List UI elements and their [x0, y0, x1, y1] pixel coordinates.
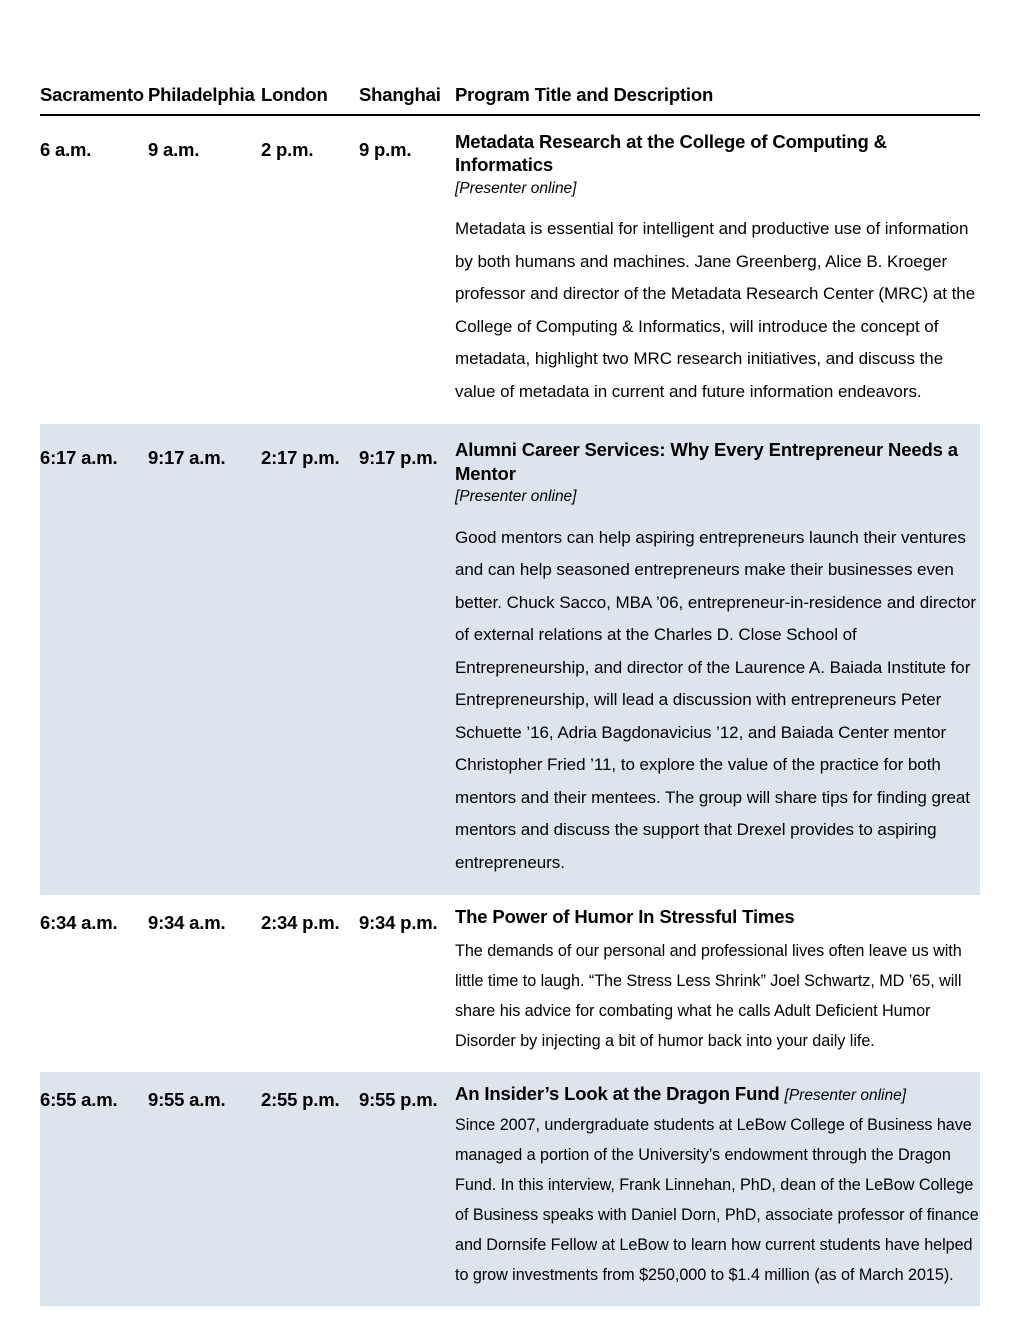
cell-time-london: 2:34 p.m.	[261, 912, 340, 934]
program-description: Good mentors can help aspiring entrepren…	[455, 527, 977, 872]
cell-time-shanghai: 9:55 p.m.	[359, 1072, 455, 1306]
column-header-philadelphia: Philadelphia	[148, 84, 255, 105]
presenter-note: [Presenter online]	[455, 179, 577, 197]
program-title: Alumni Career Services: Why Every Entrep…	[455, 439, 958, 484]
presenter-note: [Presenter online]	[784, 1087, 907, 1105]
cell-time-london: 2 p.m.	[261, 139, 314, 161]
program-title: Metadata Research at the College of Comp…	[455, 131, 887, 176]
column-header-london: London	[261, 84, 328, 105]
cell-time-sacramento: 6:17 a.m.	[40, 424, 148, 896]
program-title: An Insider’s Look at the Dragon Fund [Pr…	[455, 1082, 980, 1105]
cell-program: An Insider’s Look at the Dragon Fund [Pr…	[455, 1072, 980, 1306]
cell-program: The Power of Humor In Stressful Times Th…	[455, 895, 980, 1072]
cell-time-shanghai: 9:34 p.m.	[359, 912, 438, 934]
cell-time-sacramento: 6:55 a.m.	[40, 1072, 148, 1306]
column-header-sacramento: Sacramento	[40, 84, 144, 105]
table-row: 6:34 a.m. 9:34 a.m. 2:34 p.m. 9:34 p.m. …	[40, 895, 980, 1072]
table-row: 6:55 a.m. 9:55 a.m. 2:55 p.m. 9:55 p.m. …	[40, 1072, 980, 1306]
cell-time-philadelphia: 9 a.m.	[148, 139, 200, 161]
program-title-text: An Insider’s Look at the Dragon Fund	[455, 1083, 780, 1105]
table-body: 6 a.m. 9 a.m. 2 p.m. 9 p.m. Metadata Res…	[40, 115, 980, 1306]
cell-time-shanghai: 9 p.m.	[359, 139, 412, 161]
table-row: 6 a.m. 9 a.m. 2 p.m. 9 p.m. Metadata Res…	[40, 115, 980, 424]
column-header-shanghai: Shanghai	[359, 84, 441, 105]
program-description: Since 2007, undergraduate students at Le…	[455, 1115, 979, 1284]
header-row: Sacramento Philadelphia London Shanghai …	[40, 84, 980, 116]
program-title: The Power of Humor In Stressful Times	[455, 906, 795, 928]
cell-program: Alumni Career Services: Why Every Entrep…	[455, 424, 980, 896]
program-schedule-table: Sacramento Philadelphia London Shanghai …	[40, 84, 980, 1306]
cell-time-shanghai: 9:17 p.m.	[359, 424, 455, 896]
table-header: Sacramento Philadelphia London Shanghai …	[40, 84, 980, 116]
cell-program: Metadata Research at the College of Comp…	[455, 115, 980, 424]
cell-time-london: 2:17 p.m.	[261, 424, 359, 896]
cell-time-sacramento: 6 a.m.	[40, 139, 92, 161]
program-description: The demands of our personal and professi…	[455, 942, 962, 1051]
cell-time-london: 2:55 p.m.	[261, 1072, 359, 1306]
cell-time-philadelphia: 9:17 a.m.	[148, 424, 261, 896]
column-header-program: Program Title and Description	[455, 84, 714, 105]
cell-time-philadelphia: 9:55 a.m.	[148, 1072, 261, 1306]
cell-time-sacramento: 6:34 a.m.	[40, 912, 118, 934]
presenter-note: [Presenter online]	[455, 487, 577, 505]
program-description: Metadata is essential for intelligent an…	[455, 219, 976, 401]
table-row: 6:17 a.m. 9:17 a.m. 2:17 p.m. 9:17 p.m. …	[40, 424, 980, 896]
document-page: Sacramento Philadelphia London Shanghai …	[0, 0, 1020, 1320]
cell-time-philadelphia: 9:34 a.m.	[148, 912, 226, 934]
